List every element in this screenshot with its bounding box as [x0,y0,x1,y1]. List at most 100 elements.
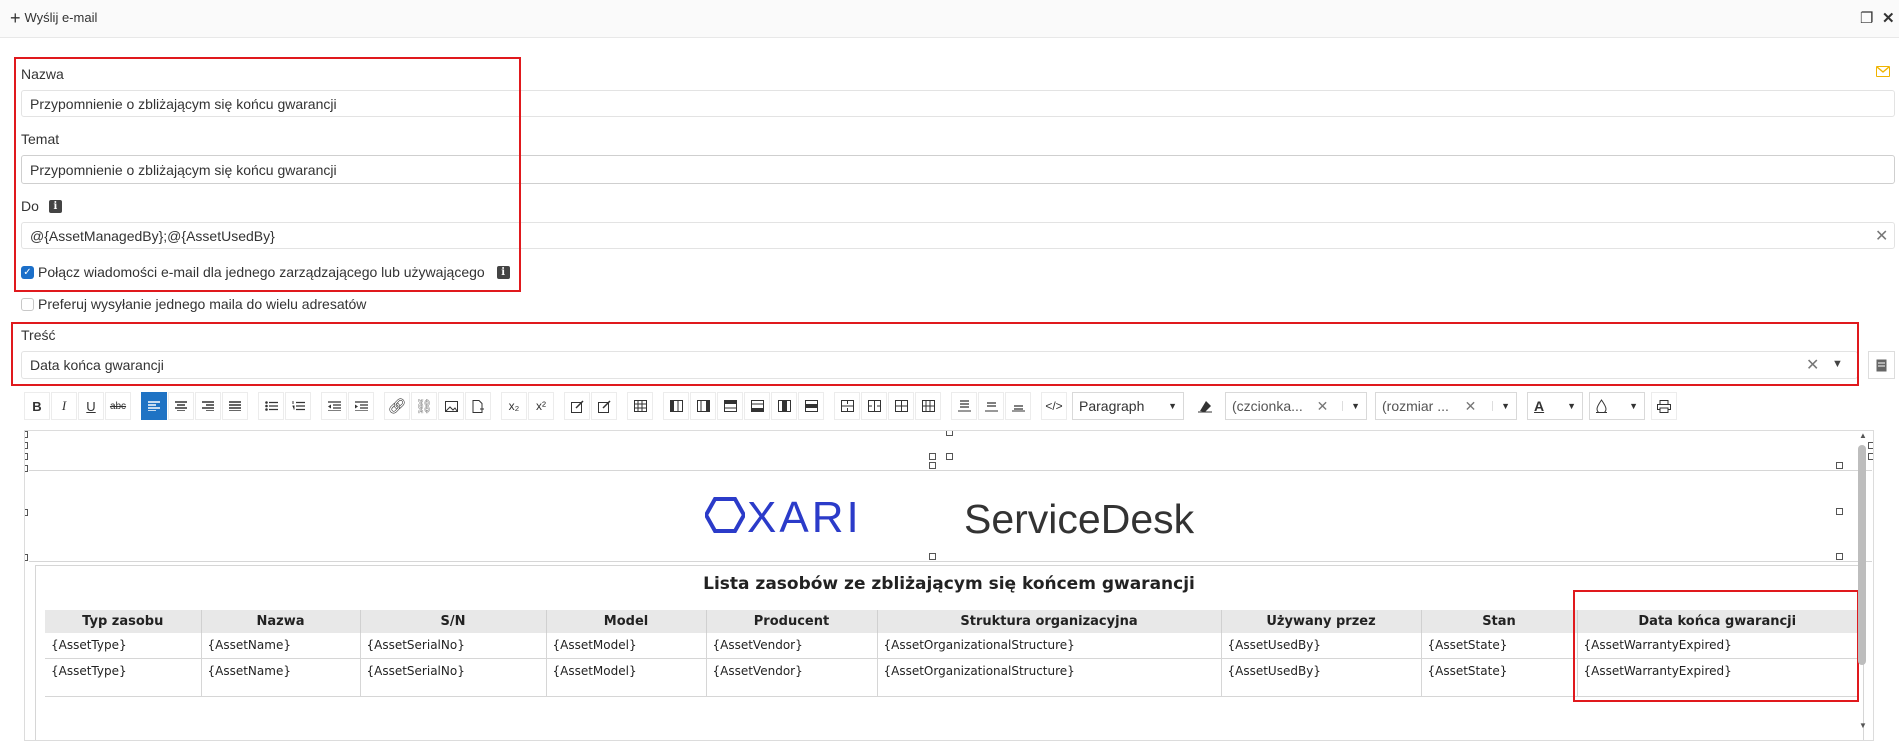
document-icon [1876,359,1887,371]
indent-button[interactable] [348,392,374,420]
code-icon: </> [1045,399,1063,413]
unlink-button[interactable]: ⛓︎ [411,392,437,420]
paragraph-select[interactable]: Paragraph ▼ [1072,392,1184,420]
align-left-icon [148,401,160,411]
merge-horizontal-icon [867,400,881,412]
column-header: Stan [1421,610,1578,633]
subscript-button[interactable]: x₂ [501,392,527,420]
prefer-checkbox[interactable] [21,297,34,311]
resize-handle[interactable] [946,431,953,436]
send-email-button[interactable]: + Wyślij e-mail [10,9,97,27]
font-color-picker[interactable]: A ▼ [1527,392,1583,420]
split-cell-button[interactable] [888,392,914,420]
table-cell: {AssetModel} [546,658,707,697]
table-cell: {AssetSerialNo} [360,658,547,697]
bold-button[interactable]: B [24,392,50,420]
delete-column-button[interactable] [771,392,797,420]
resize-handle[interactable] [946,453,953,460]
source-code-button[interactable]: </> [1041,392,1067,420]
resize-handle[interactable] [1868,442,1873,449]
resize-handle[interactable] [25,453,28,460]
print-button[interactable] [1651,392,1677,420]
link-icon: 🔗︎ [387,398,407,415]
edit-before-button[interactable] [564,392,590,420]
font-color-icon: A [1534,398,1545,414]
edit-icon [597,399,611,413]
outdent-button[interactable] [321,392,347,420]
resize-handle[interactable] [25,442,28,449]
clear-to-icon[interactable]: ✕ [1875,226,1888,246]
valign-bottom-button[interactable] [1005,392,1031,420]
image-icon [444,400,458,412]
close-icon[interactable]: ✕ [1882,9,1895,27]
align-justify-button[interactable] [222,392,248,420]
table-cell: {AssetState} [1421,633,1578,659]
resize-handle[interactable] [25,554,28,561]
size-select[interactable]: (rozmiar ... ✕ ▼ [1375,392,1517,420]
resize-handle[interactable] [929,462,936,469]
background-color-picker[interactable]: ▼ [1589,392,1645,420]
superscript-icon: x² [536,399,546,413]
table-cell: {AssetName} [201,633,361,659]
link-button[interactable]: 🔗︎ [384,392,410,420]
resize-handle[interactable] [25,465,28,472]
chevron-down-icon: ▼ [1567,401,1576,411]
highlight-box-column [1573,590,1859,702]
size-select-value: (rozmiar ... [1382,398,1449,414]
chevron-down-icon: ▼ [1492,401,1510,411]
editor-scrollbar[interactable]: ▲ ▼ [1857,431,1867,740]
valign-bottom-icon [1011,405,1025,412]
scroll-down-icon[interactable]: ▼ [1859,721,1867,730]
restore-window-icon[interactable]: ❐ [1860,9,1873,27]
add-column-left-button[interactable] [663,392,689,420]
numbered-list-button[interactable] [285,392,311,420]
table-cell: {AssetOrganizationalStructure} [877,633,1222,659]
prefer-option[interactable]: Preferuj wysyłanie jednego maila do wiel… [21,296,366,312]
add-column-right-button[interactable] [690,392,716,420]
align-left-button[interactable] [141,392,167,420]
resize-handle[interactable] [25,431,28,438]
delete-row-button[interactable] [798,392,824,420]
superscript-button[interactable]: x² [528,392,554,420]
delete-column-icon [777,400,791,412]
edit-after-button[interactable] [591,392,617,420]
rich-text-editor[interactable]: XARI ServiceDesk Lista zasobów ze zbliża… [24,430,1874,741]
merge-cells-button[interactable] [834,392,860,420]
insert-file-button[interactable] [465,392,491,420]
scrollbar-thumb[interactable] [1858,445,1866,665]
table-cell: {AssetName} [201,658,361,697]
top-bar: + Wyślij e-mail ❐ ✕ [0,0,1899,38]
resize-handle[interactable] [929,453,936,460]
bulleted-list-button[interactable] [258,392,284,420]
clear-size-icon[interactable]: ✕ [1465,398,1477,415]
mail-icon[interactable] [1876,66,1890,77]
add-row-above-button[interactable] [717,392,743,420]
merge-horizontal-button[interactable] [861,392,887,420]
scroll-up-icon[interactable]: ▲ [1859,431,1867,440]
droplet-icon [1596,399,1607,413]
image-button[interactable] [438,392,464,420]
align-right-button[interactable] [195,392,221,420]
resize-handle[interactable] [1836,462,1843,469]
split-vertical-button[interactable] [915,392,941,420]
clear-font-icon[interactable]: ✕ [1317,398,1329,415]
clear-format-button[interactable] [1192,392,1218,420]
insert-table-button[interactable] [627,392,653,420]
font-select[interactable]: (czcionka... ✕ ▼ [1225,392,1367,420]
strikethrough-button[interactable]: abc [105,392,131,420]
align-center-button[interactable] [168,392,194,420]
split-vertical-icon [921,400,935,412]
template-options-button[interactable] [1868,351,1895,379]
underline-button[interactable]: U [78,392,104,420]
paragraph-select-value: Paragraph [1079,398,1145,414]
valign-top-button[interactable] [951,392,977,420]
column-header: Struktura organizacyjna [877,610,1222,633]
valign-middle-button[interactable] [978,392,1004,420]
add-row-below-button[interactable] [744,392,770,420]
delete-row-icon [804,400,818,412]
resize-handle[interactable] [1868,453,1873,460]
column-header: Producent [706,610,878,633]
valign-top-icon [957,400,971,412]
italic-button[interactable]: I [51,392,77,420]
resize-handle[interactable] [25,509,28,516]
